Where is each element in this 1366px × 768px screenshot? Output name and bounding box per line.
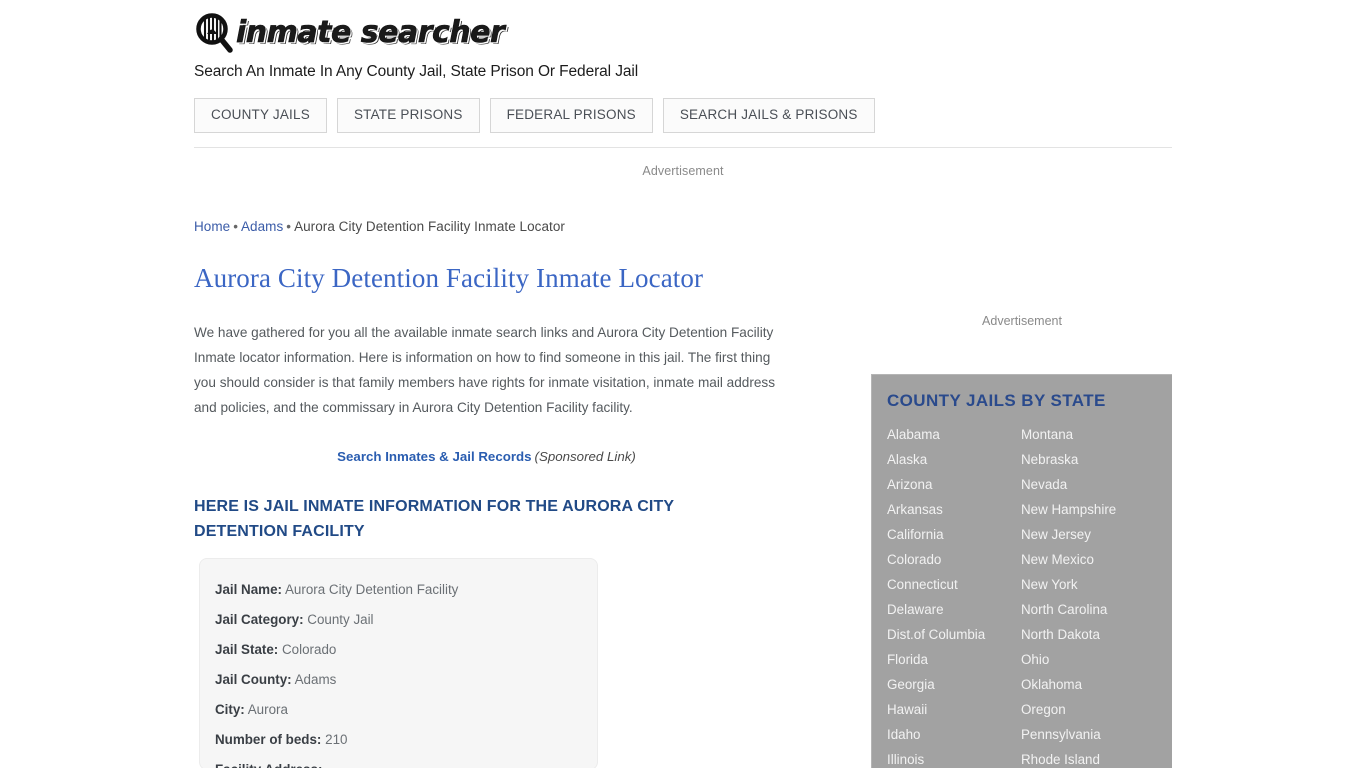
info-label-city: City:: [215, 702, 245, 717]
state-link-connecticut[interactable]: Connecticut: [887, 572, 1021, 597]
county-jails-by-state-panel: COUNTY JAILS BY STATE Alabama Alaska Ari…: [871, 374, 1172, 768]
breadcrumb-current: Aurora City Detention Facility Inmate Lo…: [294, 219, 565, 234]
state-link-alabama[interactable]: Alabama: [887, 422, 1021, 447]
breadcrumb-separator-2: •: [286, 219, 292, 234]
state-link-nevada[interactable]: Nevada: [1021, 472, 1171, 497]
site-header: inmate searcher Search An Inmate In Any …: [194, 10, 1172, 81]
info-value-jail-county: Adams: [294, 672, 337, 687]
info-value-number-of-beds: 210: [325, 732, 348, 747]
state-link-north-carolina[interactable]: North Carolina: [1021, 597, 1171, 622]
header-divider: [194, 147, 1172, 148]
nav-item-federal-prisons[interactable]: FEDERAL PRISONS: [489, 98, 653, 133]
nav-item-search-jails-prisons[interactable]: SEARCH JAILS & PRISONS: [662, 98, 875, 133]
state-link-arizona[interactable]: Arizona: [887, 472, 1021, 497]
state-link-montana[interactable]: Montana: [1021, 422, 1171, 447]
top-advertisement-label: Advertisement: [642, 164, 724, 178]
state-column-left: Alabama Alaska Arizona Arkansas Californ…: [887, 422, 1021, 768]
info-label-jail-county: Jail County:: [215, 672, 292, 687]
state-link-illinois[interactable]: Illinois: [887, 747, 1021, 768]
breadcrumb: Home • Adams • Aurora City Detention Facilit…: [194, 219, 565, 234]
info-label-jail-state: Jail State:: [215, 642, 279, 657]
side-advertisement-label: Advertisement: [982, 314, 1062, 328]
state-link-pennsylvania[interactable]: Pennsylvania: [1021, 722, 1171, 747]
info-row-jail-category: Jail Category: County Jail: [215, 605, 597, 635]
breadcrumb-separator-1: •: [233, 219, 238, 234]
magnifier-jail-icon: [194, 12, 234, 54]
logo-row[interactable]: inmate searcher: [194, 10, 1172, 56]
state-link-north-dakota[interactable]: North Dakota: [1021, 622, 1171, 647]
info-row-jail-county: Jail County: Adams: [215, 665, 597, 695]
info-row-facility-address: Facility Address:: [215, 755, 597, 768]
info-row-jail-state: Jail State: Colorado: [215, 635, 597, 665]
breadcrumb-county-link[interactable]: Adams: [241, 219, 283, 234]
info-row-number-of-beds: Number of beds: 210: [215, 725, 597, 755]
breadcrumb-home-link[interactable]: Home: [194, 219, 230, 234]
state-link-florida[interactable]: Florida: [887, 647, 1021, 672]
state-link-oregon[interactable]: Oregon: [1021, 697, 1171, 722]
state-link-new-york[interactable]: New York: [1021, 572, 1171, 597]
state-column-right: Montana Nebraska Nevada New Hampshire Ne…: [1021, 422, 1171, 768]
info-label-number-of-beds: Number of beds:: [215, 732, 322, 747]
main-navigation: COUNTY JAILS STATE PRISONS FEDERAL PRISO…: [194, 98, 875, 133]
state-link-new-jersey[interactable]: New Jersey: [1021, 522, 1171, 547]
sponsored-link-row: Search Inmates & Jail Records (Sponsored …: [194, 449, 779, 464]
section-heading: HERE IS JAIL INMATE INFORMATION FOR THE …: [194, 498, 674, 541]
state-link-oklahoma[interactable]: Oklahoma: [1021, 672, 1171, 697]
state-link-dist-of-columbia[interactable]: Dist.of Columbia: [887, 622, 1021, 647]
state-link-georgia[interactable]: Georgia: [887, 672, 1021, 697]
state-link-california[interactable]: California: [887, 522, 1021, 547]
site-tagline: Search An Inmate In Any County Jail, Sta…: [194, 63, 639, 80]
page-title: Aurora City Detention Facility Inmate Lo…: [194, 263, 704, 293]
info-label-jail-name: Jail Name:: [215, 582, 282, 597]
state-link-alaska[interactable]: Alaska: [887, 447, 1021, 472]
sponsored-tag: (Sponsored Link): [534, 449, 636, 465]
state-link-rhode-island[interactable]: Rhode Island: [1021, 747, 1171, 768]
page-root: inmate searcher Search An Inmate In Any …: [0, 0, 1366, 768]
info-value-jail-name: Aurora City Detention Facility: [284, 582, 459, 597]
sponsored-search-link[interactable]: Search Inmates & Jail Records: [337, 449, 531, 464]
state-link-nebraska[interactable]: Nebraska: [1021, 447, 1171, 472]
state-link-delaware[interactable]: Delaware: [887, 597, 1021, 622]
nav-item-state-prisons[interactable]: STATE PRISONS: [336, 98, 480, 133]
state-link-arkansas[interactable]: Arkansas: [887, 497, 1021, 522]
jail-info-box: Jail Name: Aurora City Detention Facilit…: [199, 558, 598, 768]
info-label-jail-category: Jail Category:: [215, 612, 304, 627]
state-link-ohio[interactable]: Ohio: [1021, 647, 1171, 672]
info-value-jail-category: County Jail: [307, 612, 374, 627]
info-row-jail-name: Jail Name: Aurora City Detention Facilit…: [215, 575, 597, 605]
intro-paragraph: We have gathered for you all the availab…: [194, 325, 776, 416]
state-link-new-hampshire[interactable]: New Hampshire: [1021, 497, 1171, 522]
county-jails-by-state-title: COUNTY JAILS BY STATE: [887, 391, 1106, 410]
info-row-city: City: Aurora: [215, 695, 597, 725]
main-content: Aurora City Detention Facility Inmate Lo…: [194, 262, 794, 544]
state-link-new-mexico[interactable]: New Mexico: [1021, 547, 1171, 572]
info-value-city: Aurora: [247, 702, 288, 717]
site-logo-text: inmate searcher: [236, 15, 505, 50]
info-value-jail-state: Colorado: [282, 642, 337, 657]
state-link-columns: Alabama Alaska Arizona Arkansas Californ…: [872, 422, 1172, 768]
info-label-facility-address: Facility Address:: [215, 762, 322, 768]
state-link-idaho[interactable]: Idaho: [887, 722, 1021, 747]
nav-item-county-jails[interactable]: COUNTY JAILS: [194, 98, 327, 133]
state-link-hawaii[interactable]: Hawaii: [887, 697, 1021, 722]
state-link-colorado[interactable]: Colorado: [887, 547, 1021, 572]
